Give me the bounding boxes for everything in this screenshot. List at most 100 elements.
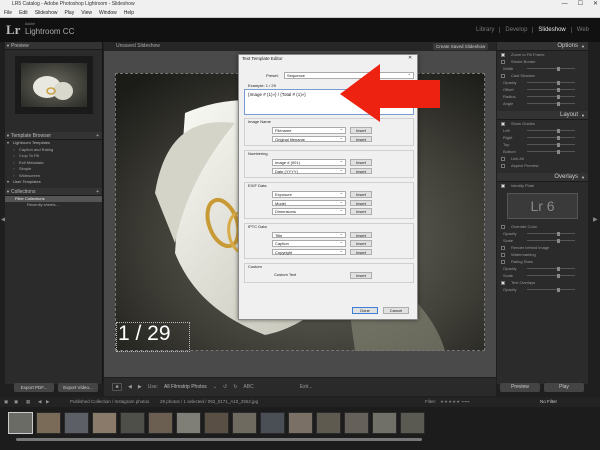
menu-edit[interactable]: Edit xyxy=(19,9,28,17)
slider[interactable] xyxy=(527,128,575,133)
token-select[interactable]: Original filename xyxy=(272,135,346,142)
filmstrip-thumbnail[interactable] xyxy=(176,412,201,434)
stop-button[interactable]: ■ xyxy=(112,383,122,391)
checkbox[interactable] xyxy=(501,156,505,161)
filmstrip-thumbnail[interactable] xyxy=(400,412,425,434)
dialog-close-icon[interactable]: ✕ xyxy=(408,55,412,61)
grid-icon[interactable]: ▦ xyxy=(26,397,30,407)
collection-item[interactable]: Recently sheets... xyxy=(5,202,102,209)
rating-stars-icon[interactable]: ★★★★★ ▪▪▪▪▪ xyxy=(440,397,469,407)
filmstrip-thumbnail[interactable] xyxy=(316,412,341,434)
token-select[interactable]: Image # (001) xyxy=(272,158,346,166)
insert-button[interactable]: Insert xyxy=(350,135,372,142)
token-select[interactable]: Date (YYYY) xyxy=(272,167,346,174)
filmstrip-thumbnail[interactable] xyxy=(232,412,257,434)
checkbox[interactable] xyxy=(501,280,505,285)
slider[interactable] xyxy=(527,238,575,243)
module-develop[interactable]: Develop xyxy=(499,27,532,33)
options-panel-header[interactable]: Options ▼ xyxy=(497,42,588,51)
checkbox[interactable] xyxy=(501,121,505,126)
slider[interactable] xyxy=(527,135,575,140)
slider[interactable] xyxy=(527,287,575,292)
slider[interactable] xyxy=(527,142,575,147)
checkbox[interactable] xyxy=(501,259,505,264)
insert-button[interactable]: Insert xyxy=(350,208,372,215)
next-icon[interactable]: ▶ xyxy=(138,384,142,390)
token-select[interactable]: Title xyxy=(272,231,346,238)
menu-play[interactable]: Play xyxy=(64,9,74,17)
checkbox[interactable] xyxy=(501,252,505,257)
slider[interactable] xyxy=(527,80,575,85)
insert-button[interactable]: Insert xyxy=(350,159,372,166)
secondary-window-icon[interactable]: ▣ xyxy=(4,397,8,407)
minimize-button[interactable]: — xyxy=(562,0,568,9)
checkbox[interactable] xyxy=(501,73,505,78)
slider[interactable] xyxy=(527,266,575,271)
add-text-button[interactable]: ABC xyxy=(243,384,253,390)
filmstrip-thumbnail[interactable] xyxy=(120,412,145,434)
insert-button[interactable]: Insert xyxy=(350,231,372,238)
create-saved-slideshow-button[interactable]: Create Saved Slideshow xyxy=(433,43,489,50)
insert-button[interactable]: Insert xyxy=(350,191,372,198)
token-select[interactable]: Model xyxy=(272,199,346,206)
chevron-down-icon[interactable]: ⌄ xyxy=(213,384,217,390)
add-template-icon[interactable]: + xyxy=(96,132,99,140)
insert-button[interactable]: Insert xyxy=(350,167,372,174)
overlays-panel-header[interactable]: Overlays ▼ xyxy=(497,173,588,182)
filmstrip-thumbnail[interactable] xyxy=(344,412,369,434)
maximize-button[interactable]: ☐ xyxy=(578,0,583,9)
checkbox[interactable] xyxy=(501,59,505,64)
preview-panel-header[interactable]: ▼ Preview xyxy=(5,42,102,50)
slider[interactable] xyxy=(527,231,575,236)
token-select[interactable]: Dimensions xyxy=(272,207,346,215)
filmstrip-thumbnail[interactable] xyxy=(148,412,173,434)
menu-slideshow[interactable]: Slideshow xyxy=(35,9,58,17)
menu-file[interactable]: File xyxy=(4,9,12,17)
module-web[interactable]: Web xyxy=(570,27,594,33)
preview-button[interactable]: Preview xyxy=(500,383,540,392)
menu-view[interactable]: View xyxy=(81,9,92,17)
filmstrip-thumbnail[interactable] xyxy=(36,412,61,434)
filmstrip-thumbnail[interactable] xyxy=(204,412,229,434)
export-video-button[interactable]: Export Video... xyxy=(58,383,98,392)
insert-button[interactable]: Insert xyxy=(350,127,372,134)
slider[interactable] xyxy=(527,149,575,154)
layout-panel-header[interactable]: Layout ▼ xyxy=(497,111,588,120)
identity-plate-preview[interactable]: Lr 6 xyxy=(507,193,578,219)
content-select[interactable]: All Filmstrip Photos xyxy=(164,384,207,390)
token-select[interactable]: Copyright xyxy=(272,248,346,255)
filmstrip-thumbnail[interactable] xyxy=(288,412,313,434)
back-icon[interactable]: ◀ xyxy=(38,397,41,407)
checkbox[interactable] xyxy=(501,245,505,250)
text-overlay-bounds[interactable] xyxy=(116,322,190,352)
slider[interactable] xyxy=(527,66,575,71)
filmstrip-thumbnail[interactable] xyxy=(372,412,397,434)
module-library[interactable]: Library xyxy=(471,27,499,33)
previous-icon[interactable]: ◀ xyxy=(128,384,132,390)
module-slideshow[interactable]: Slideshow xyxy=(532,27,570,33)
filmstrip-scrollbar[interactable] xyxy=(16,438,422,441)
slider[interactable] xyxy=(527,87,575,92)
checkbox[interactable] xyxy=(501,163,505,168)
slider[interactable] xyxy=(527,101,575,106)
token-select[interactable]: Exposure xyxy=(272,190,346,198)
export-pdf-button[interactable]: Export PDF... xyxy=(14,383,54,392)
rotate-left-icon[interactable]: ↺ xyxy=(223,384,227,390)
slider[interactable] xyxy=(527,94,575,99)
insert-button[interactable]: Insert xyxy=(350,240,372,247)
done-button[interactable]: Done xyxy=(352,307,378,314)
checkbox[interactable] xyxy=(501,183,505,188)
filmstrip-thumbnail[interactable] xyxy=(260,412,285,434)
filmstrip-thumbnail[interactable] xyxy=(8,412,33,434)
slider[interactable] xyxy=(527,273,575,278)
filmstrip-thumbnail[interactable] xyxy=(64,412,89,434)
play-button[interactable]: Play xyxy=(544,383,584,392)
filmstrip-source[interactable]: Published Collection / Instagram photos xyxy=(70,397,149,407)
menu-help[interactable]: Help xyxy=(124,9,134,17)
close-button[interactable]: ✕ xyxy=(593,0,598,9)
insert-button[interactable]: Insert xyxy=(350,272,372,279)
token-select[interactable]: Filename xyxy=(272,126,346,134)
cancel-button[interactable]: Cancel xyxy=(383,307,409,314)
right-panel-grip-icon[interactable]: ▶ xyxy=(593,216,598,223)
token-select[interactable]: Caption xyxy=(272,239,346,247)
